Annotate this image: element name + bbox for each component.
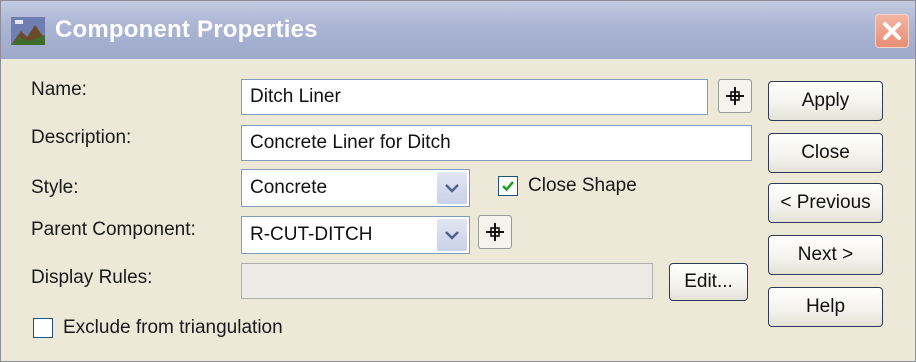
display-rules-label: Display Rules:	[31, 267, 153, 288]
style-select[interactable]: Concrete	[241, 169, 470, 207]
style-select-value: Concrete	[250, 177, 328, 198]
description-label: Description:	[31, 127, 132, 148]
name-label: Name:	[31, 79, 87, 100]
title-bar[interactable]: Component Properties	[1, 1, 915, 59]
help-button[interactable]: Help	[768, 287, 883, 327]
name-input[interactable]: Ditch Liner	[241, 79, 708, 115]
parent-component-label: Parent Component:	[31, 219, 196, 240]
apply-button[interactable]: Apply	[768, 81, 883, 121]
parent-dropdown-button[interactable]	[437, 219, 467, 251]
component-properties-dialog: Component Properties Name: Ditch Liner D…	[0, 0, 916, 362]
app-icon	[11, 17, 45, 45]
exclude-triangulation-label: Exclude from triangulation	[63, 317, 283, 338]
parent-component-value: R-CUT-DITCH	[250, 224, 373, 245]
style-dropdown-button[interactable]	[437, 172, 467, 204]
exclude-triangulation-checkbox[interactable]	[33, 318, 53, 338]
close-shape-label: Close Shape	[528, 175, 637, 196]
close-button[interactable]: Close	[768, 133, 883, 173]
previous-button[interactable]: < Previous	[768, 183, 883, 223]
edit-display-rules-button[interactable]: Edit...	[669, 263, 748, 301]
parent-pick-button[interactable]	[478, 215, 512, 249]
close-shape-checkbox[interactable]	[498, 176, 518, 196]
close-window-button[interactable]	[875, 14, 909, 48]
name-pick-button[interactable]	[718, 79, 752, 113]
description-input[interactable]: Concrete Liner for Ditch	[241, 125, 752, 161]
next-button[interactable]: Next >	[768, 235, 883, 275]
window-title: Component Properties	[55, 16, 318, 43]
display-rules-input	[241, 263, 653, 299]
parent-component-select[interactable]: R-CUT-DITCH	[241, 216, 470, 254]
style-label: Style:	[31, 177, 79, 198]
